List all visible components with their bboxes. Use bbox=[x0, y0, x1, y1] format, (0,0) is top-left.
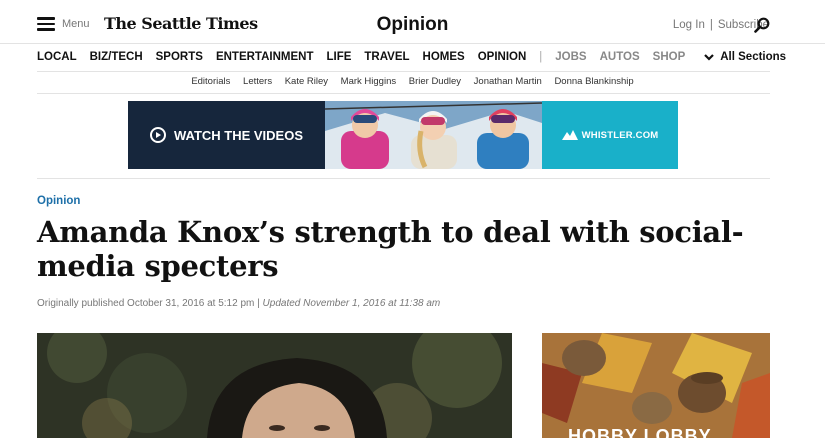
subnav-divider-line bbox=[37, 93, 770, 94]
site-header: Menu The Seattle Times Opinion Log In | Su… bbox=[0, 0, 825, 44]
ad-brand-label: WHISTLER.COM bbox=[581, 129, 659, 141]
nav-item-jobs[interactable]: JOBS bbox=[555, 51, 586, 63]
all-sections-button[interactable]: All Sections bbox=[704, 51, 786, 63]
nav-item-autos[interactable]: AUTOS bbox=[600, 51, 640, 63]
autumn-leaves-illustration bbox=[542, 333, 770, 438]
nav-divider: | bbox=[539, 51, 543, 63]
subnav-item-brier-dudley[interactable]: Brier Dudley bbox=[409, 76, 461, 87]
main-nav: LOCAL BIZ/TECH SPORTS ENTERTAINMENT LIFE… bbox=[37, 51, 786, 63]
subnav-item-jonathan-martin[interactable]: Jonathan Martin bbox=[474, 76, 542, 87]
chevron-down-icon bbox=[704, 53, 715, 61]
banner-ad[interactable]: WATCH THE VIDEOS WHISTLER.COM bbox=[128, 101, 678, 169]
timestamp-separator: | bbox=[257, 298, 260, 309]
nav-item-life[interactable]: LIFE bbox=[326, 51, 351, 63]
nav-item-biztech[interactable]: BIZ/TECH bbox=[90, 51, 143, 63]
article-kicker[interactable]: Opinion bbox=[37, 195, 80, 207]
ad-skiers-photo bbox=[325, 101, 542, 169]
sidebar-ad[interactable]: HOBBY LOBBY bbox=[542, 333, 770, 438]
opinion-subnav: Editorials Letters Kate Riley Mark Higgi… bbox=[0, 76, 825, 87]
article-timestamps: Originally published October 31, 2016 at… bbox=[37, 298, 440, 309]
site-logo[interactable]: The Seattle Times bbox=[104, 14, 258, 33]
nav-item-opinion[interactable]: OPINION bbox=[478, 51, 527, 63]
ad-brand-panel: WHISTLER.COM bbox=[542, 101, 678, 169]
skiers-illustration bbox=[325, 101, 542, 169]
play-icon bbox=[149, 127, 166, 143]
subnav-item-mark-higgins[interactable]: Mark Higgins bbox=[341, 76, 396, 87]
login-link[interactable]: Log In bbox=[673, 19, 705, 31]
nav-item-homes[interactable]: HOMES bbox=[423, 51, 465, 63]
sidebar-ad-text: HOBBY LOBBY bbox=[568, 426, 712, 438]
content-divider-line bbox=[37, 178, 770, 179]
nav-item-travel[interactable]: TRAVEL bbox=[364, 51, 409, 63]
account-separator: | bbox=[709, 19, 713, 31]
menu-label: Menu bbox=[62, 18, 90, 30]
nav-divider-line bbox=[37, 71, 770, 72]
menu-button[interactable]: Menu bbox=[37, 17, 90, 31]
subnav-item-donna-blankinship[interactable]: Donna Blankinship bbox=[554, 76, 633, 87]
hero-photo bbox=[37, 333, 512, 438]
all-sections-label: All Sections bbox=[720, 51, 787, 63]
article-hero-image[interactable] bbox=[37, 333, 512, 438]
published-time: Originally published October 31, 2016 at… bbox=[37, 298, 255, 309]
ad-cta-label: WATCH THE VIDEOS bbox=[173, 127, 304, 143]
nav-item-entertainment[interactable]: ENTERTAINMENT bbox=[216, 51, 314, 63]
nav-item-sports[interactable]: SPORTS bbox=[156, 51, 203, 63]
search-icon[interactable] bbox=[754, 17, 770, 33]
section-title[interactable]: Opinion bbox=[377, 14, 449, 35]
subnav-item-editorials[interactable]: Editorials bbox=[191, 76, 230, 87]
updated-time: Updated November 1, 2016 at 11:38 am bbox=[262, 298, 441, 309]
subnav-item-letters[interactable]: Letters bbox=[243, 76, 272, 87]
subnav-item-kate-riley[interactable]: Kate Riley bbox=[285, 76, 328, 87]
hamburger-icon bbox=[37, 17, 55, 31]
nav-item-local[interactable]: LOCAL bbox=[37, 51, 77, 63]
whistler-logo-icon bbox=[561, 130, 578, 140]
article-headline: Amanda Knox’s strength to deal with soci… bbox=[37, 215, 744, 283]
nav-item-shop[interactable]: SHOP bbox=[653, 51, 686, 63]
ad-cta-panel: WATCH THE VIDEOS bbox=[128, 101, 325, 169]
